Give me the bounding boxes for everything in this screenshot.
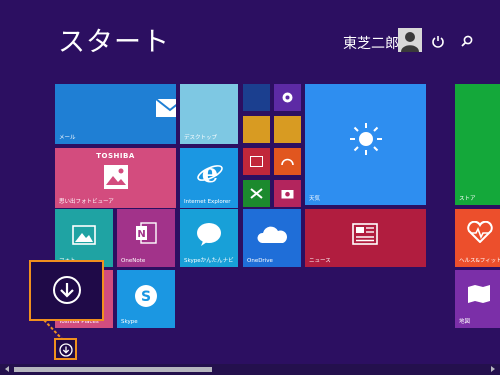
small-tile-video[interactable]: [243, 148, 270, 175]
game-icon: [250, 188, 263, 199]
tile-label: デスクトップ: [184, 135, 218, 141]
picture-icon: [72, 225, 96, 245]
down-arrow-icon: [53, 276, 81, 304]
user-name[interactable]: 東芝二郎: [343, 33, 399, 53]
small-tile-camera[interactable]: [274, 180, 301, 207]
svg-text:S: S: [141, 289, 151, 305]
gear-icon: [282, 92, 293, 103]
mail-icon: [155, 98, 176, 117]
tile-label: Skype: [121, 319, 138, 325]
tile-photo-viewer[interactable]: TOSHIBA 思い出フォトビューア: [55, 148, 176, 208]
tile-label: 天気: [309, 196, 321, 202]
page-title: スタート: [58, 27, 170, 58]
tile-skype-navi[interactable]: Skypeかんたんナビ: [180, 209, 238, 267]
small-tile-3[interactable]: [243, 116, 270, 143]
tile-onedrive[interactable]: OneDrive: [243, 209, 301, 267]
tile-store[interactable]: ストア: [455, 84, 500, 205]
tile-photos[interactable]: フォト: [55, 209, 113, 267]
search-icon[interactable]: [460, 34, 474, 48]
avatar[interactable]: [398, 28, 422, 52]
small-tile-music[interactable]: [274, 148, 301, 175]
tile-label: Internet Explorer: [184, 199, 231, 205]
svg-text:N: N: [137, 229, 145, 240]
news-icon: [352, 223, 378, 245]
tile-label: ヘルス&フィットネス: [459, 258, 500, 264]
tile-label: OneNote: [121, 258, 146, 264]
cloud-icon: [257, 226, 287, 243]
scrollbar-thumb[interactable]: [14, 367, 212, 372]
sun-icon: [350, 123, 382, 155]
tile-onenote[interactable]: N OneNote: [117, 209, 175, 267]
small-tile-settings[interactable]: [274, 84, 301, 111]
headphones-icon: [281, 158, 294, 166]
tile-news[interactable]: ニュース: [305, 209, 426, 267]
video-icon: [250, 156, 263, 167]
scroll-right-icon[interactable]: [489, 365, 497, 373]
tile-label: 思い出フォトビューア: [59, 199, 114, 205]
map-icon: [468, 285, 490, 303]
tile-mail[interactable]: メール: [55, 84, 176, 144]
camera-icon: [281, 190, 294, 199]
small-tile-4[interactable]: [274, 116, 301, 143]
tile-maps[interactable]: 地図: [455, 270, 500, 328]
chat-icon: [197, 223, 221, 246]
small-tile-1[interactable]: [243, 84, 270, 111]
all-apps-callout[interactable]: [29, 260, 104, 321]
skype-icon: S: [135, 285, 157, 307]
power-icon[interactable]: [431, 34, 445, 48]
toshiba-logo: TOSHIBA: [96, 152, 135, 160]
tile-label: ニュース: [309, 258, 331, 264]
heart-icon: [467, 221, 493, 243]
tile-internet-explorer[interactable]: e Internet Explorer: [180, 148, 238, 208]
tile-weather[interactable]: 天気: [305, 84, 426, 205]
tile-label: メール: [59, 135, 76, 141]
small-tile-games[interactable]: [243, 180, 270, 207]
all-apps-button[interactable]: [54, 338, 77, 360]
ie-icon: e: [197, 160, 223, 186]
svg-text:e: e: [202, 160, 219, 186]
tile-label: Skypeかんたんナビ: [184, 258, 234, 264]
down-arrow-icon: [59, 343, 73, 357]
tile-label: OneDrive: [247, 258, 273, 264]
tile-desktop[interactable]: デスクトップ: [180, 84, 238, 144]
tile-health[interactable]: ヘルス&フィットネス: [455, 209, 500, 267]
tile-label: ストア: [459, 196, 476, 202]
scroll-left-icon[interactable]: [3, 365, 11, 373]
photo-icon: [104, 165, 128, 189]
tile-label: 地図: [459, 319, 471, 325]
tile-skype[interactable]: S Skype: [117, 270, 175, 328]
onenote-icon: N: [136, 222, 157, 244]
